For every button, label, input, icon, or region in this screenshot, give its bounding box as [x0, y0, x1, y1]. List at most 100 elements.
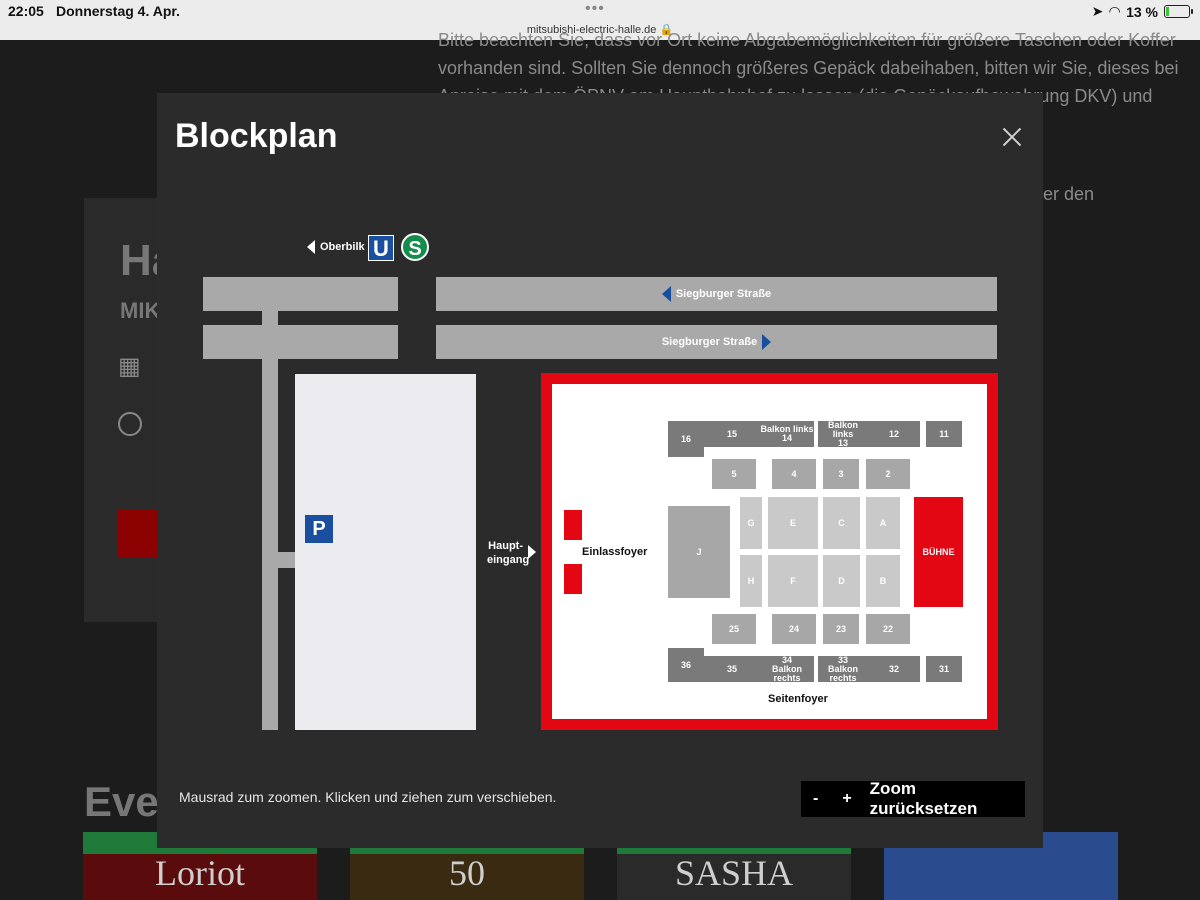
block-G[interactable]: G	[740, 497, 762, 549]
zoom-reset-button[interactable]: Zoom zurücksetzen	[864, 779, 1025, 819]
stage: BÜHNE	[914, 497, 963, 607]
block-24[interactable]: 24	[772, 614, 816, 644]
bg-para-line: vorhanden sind. Sollten Sie dennoch größ…	[438, 58, 1179, 78]
block-label: 11	[939, 428, 949, 439]
battery-icon	[1164, 5, 1193, 18]
block-label: 25	[728, 623, 739, 634]
oberbilk-label: Oberbilk	[320, 241, 365, 253]
einlassfoyer-label: Einlassfoyer	[582, 546, 648, 558]
haupteingang-label: Haupt- eingang	[487, 539, 529, 567]
stage-label: BÜHNE	[922, 546, 955, 557]
block-label: 2	[885, 468, 891, 479]
block-C[interactable]: C	[823, 497, 860, 549]
bg-card-subtitle: MIK	[120, 298, 161, 323]
block-14[interactable]: Balkon links 14	[760, 421, 814, 447]
thumb-title: Loriot	[155, 853, 245, 893]
parking-icon: P	[305, 515, 333, 543]
block-label: 32	[888, 663, 899, 674]
block-32[interactable]: 32	[868, 656, 920, 682]
street-siegburger-bottom: Siegburger Straße	[436, 325, 997, 359]
entrance-door	[564, 510, 582, 540]
block-label: 5	[731, 468, 737, 479]
block-label: C	[838, 517, 845, 528]
block-label: 24	[788, 623, 799, 634]
block-31[interactable]: 31	[926, 656, 962, 682]
block-label: F	[790, 575, 796, 586]
status-right: ➤ ◠ 13 %	[1092, 3, 1193, 20]
block-36[interactable]: 36	[668, 648, 704, 682]
bg-ticket-button[interactable]	[118, 510, 158, 558]
block-label: 16	[680, 433, 691, 444]
block-13[interactable]: Balkon links 13	[818, 420, 868, 448]
block-label: 36	[680, 659, 691, 670]
block-sublabel: Balkon rechts	[771, 663, 802, 683]
arrow-left-icon	[307, 240, 315, 254]
bg-fragment: er den	[1043, 184, 1095, 204]
block-label: 31	[938, 663, 949, 674]
battery-fill	[1166, 7, 1169, 16]
blockplan-modal: Blockplan Oberbilk U S Siegburger Straße…	[157, 93, 1043, 848]
block-label: B	[879, 575, 887, 586]
block-D[interactable]: D	[823, 555, 860, 607]
block-map[interactable]: Oberbilk U S Siegburger Straße Siegburge…	[157, 93, 1043, 773]
block-label: G	[747, 517, 755, 528]
entrance-door	[564, 564, 582, 594]
block-label: D	[838, 575, 845, 586]
thumb-title: 50	[449, 853, 485, 893]
block-label: J	[696, 546, 702, 557]
block-E[interactable]: E	[768, 497, 818, 549]
block-16[interactable]: 16	[668, 421, 704, 457]
calendar-icon: ▦	[118, 353, 141, 380]
block-sublabel: Balkon rechts	[827, 663, 858, 683]
block-3[interactable]: 3	[823, 459, 859, 489]
block-34[interactable]: 34 Balkon rechts	[760, 655, 814, 683]
street-label: Siegburger Straße	[661, 336, 758, 348]
clock-icon	[118, 412, 142, 436]
block-35[interactable]: 35	[704, 656, 760, 682]
battery-percent: 13 %	[1126, 3, 1158, 20]
block-12[interactable]: 12	[868, 421, 920, 447]
multitasking-dots-icon[interactable]: •••	[585, 0, 605, 18]
block-label: 3	[838, 468, 844, 479]
block-5[interactable]: 5	[712, 459, 756, 489]
block-B[interactable]: B	[866, 555, 900, 607]
block-4[interactable]: 4	[772, 459, 816, 489]
block-label: A	[879, 517, 887, 528]
block-25[interactable]: 25	[712, 614, 756, 644]
zoom-out-button[interactable]: -	[801, 790, 830, 808]
block-A[interactable]: A	[866, 497, 900, 549]
block-15[interactable]: 15	[704, 421, 760, 447]
block-11[interactable]: 11	[926, 421, 962, 447]
status-time: 22:05	[8, 3, 44, 19]
zoom-in-button[interactable]: +	[830, 790, 863, 808]
status-date: Donnerstag 4. Apr.	[56, 3, 180, 19]
block-label: 22	[882, 623, 893, 634]
street-siegburger-top: Siegburger Straße	[436, 277, 997, 311]
block-33[interactable]: 33 Balkon rechts	[818, 655, 868, 683]
road-segment	[262, 308, 278, 730]
block-label: E	[789, 517, 796, 528]
block-H[interactable]: H	[740, 555, 762, 607]
block-label: 12	[888, 428, 899, 439]
thumb-title: SASHA	[674, 853, 794, 893]
block-label: 14	[781, 433, 792, 443]
road-segment	[203, 277, 398, 311]
street-label: Siegburger Straße	[675, 288, 772, 300]
zoom-controls: - + Zoom zurücksetzen	[801, 779, 1025, 819]
entrance-arrow-icon	[528, 545, 536, 559]
haupteingang-line: Haupt-	[488, 540, 523, 552]
arrow-left-icon	[661, 286, 671, 302]
block-J[interactable]: J	[668, 506, 730, 598]
ubahn-icon: U	[368, 235, 394, 261]
sbahn-icon: S	[401, 233, 429, 261]
block-23[interactable]: 23	[823, 614, 859, 644]
zoom-hint: Mausrad zum zoomen. Klicken und ziehen z…	[179, 789, 557, 805]
block-label: 13	[837, 437, 848, 448]
block-label: 35	[726, 663, 737, 674]
block-label: 23	[835, 623, 846, 634]
arrow-right-icon	[762, 334, 772, 350]
block-2[interactable]: 2	[866, 459, 910, 489]
block-22[interactable]: 22	[866, 614, 910, 644]
bg-para-line: Bitte beachten Sie, dass vor Ort keine A…	[438, 30, 1176, 50]
block-F[interactable]: F	[768, 555, 818, 607]
